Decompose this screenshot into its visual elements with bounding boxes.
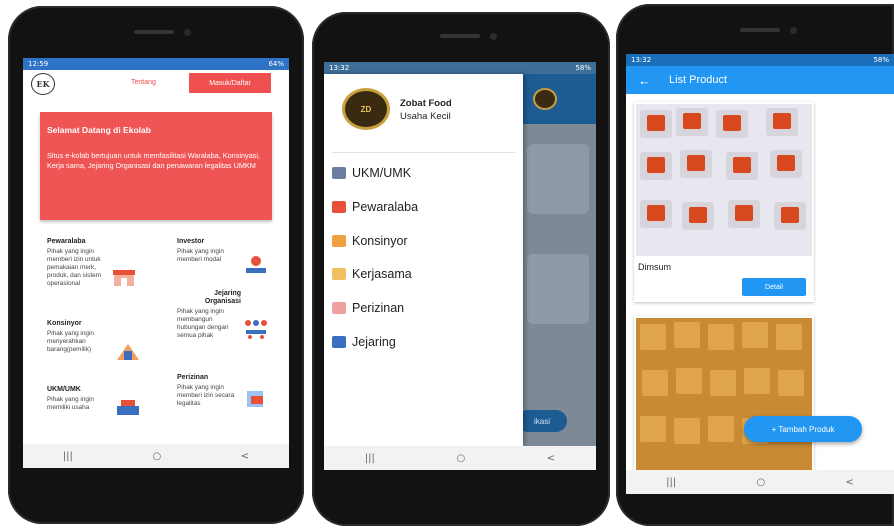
menu-item-jejaring[interactable]: Jejaring	[332, 335, 396, 349]
screen-2: 13:32 58% ikasi ZD Zobat Food Usaha Keci…	[324, 62, 596, 470]
system-nav-bar: ||| ○ <	[23, 444, 289, 468]
investor-icon	[246, 256, 266, 273]
behind-fab: ikasi	[517, 410, 567, 432]
front-camera	[790, 27, 797, 34]
status-time: 13:32	[631, 56, 652, 64]
speaker	[134, 30, 174, 34]
status-bar: 13:32 58%	[324, 62, 596, 74]
page-title: List Product	[669, 74, 728, 86]
handshake-icon	[332, 268, 346, 280]
phone-frame-1: 12:59 64% EK Tentang Masuk/Daftar Selama…	[8, 6, 304, 524]
role-card-pewaralaba[interactable]: Pewaralaba Pihak yang ingin memberi izin …	[47, 238, 109, 288]
konsinyor-icon	[332, 235, 346, 247]
recents-button[interactable]: |||	[365, 453, 375, 464]
status-time: 13:32	[329, 64, 350, 72]
ukm-icon	[332, 167, 346, 179]
ekolab-logo[interactable]: EK	[31, 73, 55, 95]
role-card-jejaring-organisasi[interactable]: Jejaring Organisasi Pihak yang ingin memb…	[177, 290, 241, 340]
role-card-perizinan[interactable]: Perizinan Pihak yang ingin memberi izin s…	[177, 374, 241, 408]
detail-button[interactable]: Detail	[742, 278, 806, 296]
home-button[interactable]: ○	[456, 453, 465, 464]
back-button[interactable]: <	[241, 451, 249, 462]
status-bar: 12:59 64%	[23, 58, 289, 70]
add-product-button[interactable]: + Tambah Produk	[744, 416, 862, 442]
status-battery: 58%	[873, 56, 889, 64]
network-icon	[245, 320, 267, 339]
banner-text: Situs e-kolab bertujuan untuk memfasilit…	[47, 151, 261, 170]
back-arrow-icon[interactable]: ←	[638, 73, 651, 88]
app-bar: ← List Product	[626, 66, 894, 94]
masuk-daftar-button[interactable]: Masuk/Daftar	[189, 73, 271, 93]
phone-frame-2: 13:32 58% ikasi ZD Zobat Food Usaha Keci…	[312, 12, 610, 526]
system-nav-bar: ||| ○ <	[324, 446, 596, 470]
menu-item-ukm-umk[interactable]: UKM/UMK	[332, 166, 411, 180]
dimmed-content: ikasi	[517, 74, 596, 446]
phone-frame-3: 13:32 58% ← List Product Dimsum Detail +…	[616, 4, 894, 526]
behind-card	[527, 254, 589, 324]
drawer-divider	[332, 152, 515, 153]
role-card-ukm-umk[interactable]: UKM/UMK Pihak yang ingin memiliki usaha	[47, 386, 111, 412]
front-camera	[184, 29, 191, 36]
menu-item-konsinyor[interactable]: Konsinyor	[332, 234, 408, 248]
front-camera	[490, 33, 497, 40]
top-nav: EK Tentang Masuk/Daftar	[23, 70, 289, 100]
behind-card	[527, 144, 589, 214]
recents-button[interactable]: |||	[666, 477, 676, 488]
banner-title: Selamat Datang di Ekolab	[47, 125, 151, 135]
status-battery: 58%	[575, 64, 591, 72]
home-button[interactable]: ○	[756, 477, 765, 488]
status-battery: 64%	[268, 60, 284, 68]
navigation-drawer: ZD Zobat Food Usaha Kecil UKM/UMK Pewara…	[324, 74, 523, 446]
behind-avatar	[533, 88, 557, 110]
role-card-investor[interactable]: Investor Pihak yang ingin memberi modal	[177, 238, 241, 264]
product-image-nugget	[636, 318, 812, 474]
status-bar: 13:32 58%	[626, 54, 894, 66]
store-icon	[113, 270, 135, 286]
welcome-banner: Selamat Datang di Ekolab Situs e-kolab b…	[40, 112, 272, 220]
role-card-konsinyor[interactable]: Konsinyor Pihak yang ingin menyerahkan ba…	[47, 320, 111, 354]
product-image-dimsum	[636, 104, 812, 256]
konsinyor-icon	[117, 344, 139, 360]
screen-3: 13:32 58% ← List Product Dimsum Detail +…	[626, 54, 894, 494]
back-button[interactable]: <	[547, 453, 555, 464]
tentang-link[interactable]: Tentang	[131, 79, 156, 86]
perizinan-icon	[332, 302, 346, 314]
profile-name: Zobat Food	[400, 98, 452, 109]
profile-avatar[interactable]: ZD	[342, 88, 390, 130]
menu-item-kerjasama[interactable]: Kerjasama	[332, 267, 412, 281]
store-icon	[332, 201, 346, 213]
menu-item-pewaralaba[interactable]: Pewaralaba	[332, 200, 418, 214]
status-time: 12:59	[28, 60, 49, 68]
speaker	[740, 28, 780, 32]
product-card[interactable]: Dimsum Detail	[634, 102, 814, 302]
back-button[interactable]: <	[845, 477, 853, 488]
product-card[interactable]	[634, 316, 814, 476]
profile-role: Usaha Kecil	[400, 111, 451, 122]
recents-button[interactable]: |||	[63, 451, 73, 462]
system-nav-bar: ||| ○ <	[626, 470, 894, 494]
home-button[interactable]: ○	[152, 451, 161, 462]
ukm-icon	[117, 400, 139, 415]
menu-item-perizinan[interactable]: Perizinan	[332, 301, 404, 315]
perizinan-icon	[247, 391, 263, 407]
product-name: Dimsum	[638, 262, 671, 272]
screen-1: 12:59 64% EK Tentang Masuk/Daftar Selama…	[23, 58, 289, 468]
network-icon	[332, 336, 346, 348]
speaker	[440, 34, 480, 38]
